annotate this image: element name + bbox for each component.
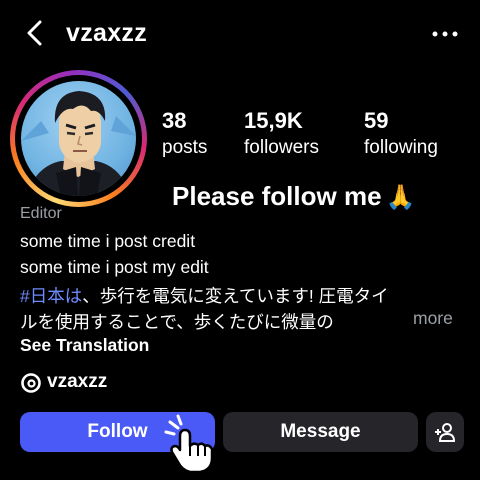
hashtag-link[interactable]: #日本は (20, 286, 82, 306)
bio-line-3: #日本は、歩行を電気に変えています! 圧電タイ (20, 283, 389, 308)
avatar[interactable] (21, 81, 136, 196)
bio-line-2: some time i post my edit (20, 257, 209, 277)
follow-button-label: Follow (87, 421, 148, 442)
posts-label: posts (162, 137, 208, 158)
posts-stat[interactable]: 38 posts (162, 108, 207, 159)
profile-category: Editor (20, 205, 62, 222)
bio-line-4: ルを使用することで、歩くたびに微量の (20, 312, 334, 332)
see-translation-link[interactable]: See Translation (20, 335, 149, 356)
pray-emoji-icon: 🙏 (385, 184, 416, 211)
chevron-left-icon[interactable] (24, 18, 46, 48)
message-button[interactable]: Message (223, 412, 418, 452)
followers-count: 15,9K (244, 108, 303, 133)
followers-label: followers (244, 137, 319, 158)
caption-text: Please follow me (172, 181, 382, 211)
following-label: following (364, 137, 438, 158)
followers-stat[interactable]: 15,9K followers (244, 108, 319, 159)
message-button-label: Message (280, 421, 361, 442)
bio-line-3-text: 、歩行を電気に変えています! 圧電タイ (82, 286, 389, 306)
posts-count: 38 (162, 108, 187, 133)
more-horizontal-icon[interactable] (432, 31, 458, 37)
bio-line-1: some time i post credit (20, 231, 196, 251)
add-person-icon (435, 423, 456, 442)
following-count: 59 (364, 108, 389, 133)
suggest-people-button[interactable] (426, 412, 464, 452)
anime-character-avatar-icon (21, 91, 136, 196)
pointing-hand-cursor-icon (164, 414, 214, 474)
threads-handle[interactable]: vzaxzz (47, 371, 107, 393)
threads-icon[interactable] (20, 372, 42, 394)
more-link[interactable]: more (413, 308, 453, 329)
overlay-caption: Please follow me 🙏 (172, 181, 415, 212)
following-stat[interactable]: 59 following (364, 108, 438, 159)
profile-username: vzaxzz (66, 19, 148, 47)
